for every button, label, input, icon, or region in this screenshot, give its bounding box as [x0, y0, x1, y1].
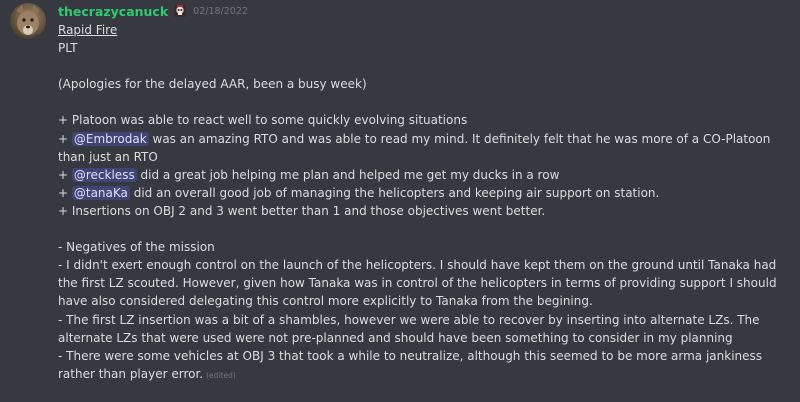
positive-item: + @Embrodak was an amazing RTO and was a…: [58, 130, 794, 166]
apology-text: (Apologies for the delayed AAR, been a b…: [58, 77, 367, 92]
message-title-link[interactable]: Rapid Fire: [58, 23, 117, 37]
positive-item: + @reckless did a great job helping me p…: [58, 166, 794, 184]
item-text: did a great job helping me plan and help…: [136, 167, 560, 182]
item-prefix: +: [58, 131, 72, 146]
mention-reckless[interactable]: @reckless: [71, 167, 137, 182]
item-text: - There were some vehicles at OBJ 3 that…: [58, 348, 763, 381]
item-prefix: +: [58, 185, 72, 200]
skull-badge-icon: [173, 4, 187, 18]
message-content: Rapid Fire PLT (Apologies for the delaye…: [58, 21, 794, 385]
chat-message: thecrazycanuck 02/18/2022 Rapid Fire PLT…: [0, 0, 800, 402]
item-text: did an overall good job of managing the …: [129, 185, 660, 200]
mention-tanaka[interactable]: @tanaKa: [71, 185, 130, 200]
wolf-avatar-icon: [16, 5, 40, 39]
positive-item: + Platoon was able to react well to some…: [58, 113, 468, 128]
message-title-line: Rapid Fire: [58, 21, 794, 39]
author-name[interactable]: thecrazycanuck: [58, 4, 168, 19]
edited-label: (edited): [206, 370, 236, 380]
message-timestamp: 02/18/2022: [193, 5, 248, 17]
item-text: was an amazing RTO and was able to read …: [58, 131, 771, 164]
negative-item: - I didn't exert enough control on the l…: [58, 258, 777, 309]
negative-item: - There were some vehicles at OBJ 3 that…: [58, 347, 794, 385]
item-prefix: +: [58, 167, 72, 182]
positive-item: + @tanaKa did an overall good job of man…: [58, 184, 794, 202]
mention-embrodak[interactable]: @Embrodak: [71, 131, 149, 146]
message-header: thecrazycanuck 02/18/2022: [58, 2, 248, 20]
message-subtitle: PLT: [58, 41, 78, 56]
negatives-heading: - Negatives of the mission: [58, 240, 215, 255]
negative-item: - The first LZ insertion was a bit of a …: [58, 312, 760, 345]
positive-item: + Insertions on OBJ 2 and 3 went better …: [58, 203, 546, 218]
user-avatar[interactable]: [10, 3, 46, 39]
